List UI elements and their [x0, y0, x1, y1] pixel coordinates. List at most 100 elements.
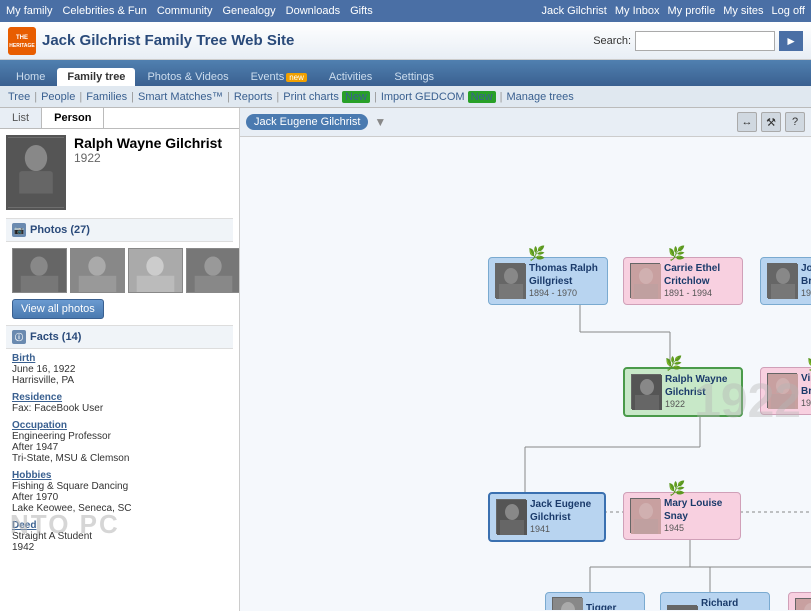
facts-list: Birth June 16, 1922Harrisville, PA Resid…: [6, 349, 233, 563]
svg-text:THE: THE: [16, 35, 28, 41]
search-label: Search:: [593, 35, 631, 47]
photo-thumb-2[interactable]: [70, 248, 125, 293]
site-title: Jack Gilchrist Family Tree Web Site: [42, 32, 294, 49]
nav-celebrities[interactable]: Celebrities & Fun: [62, 5, 146, 17]
fact-deed-value: Straight A Student1942: [12, 531, 227, 553]
tab-events[interactable]: Eventsnew: [241, 68, 317, 86]
search-input[interactable]: [635, 31, 775, 51]
subnav-smart-matches[interactable]: Smart Matches™: [138, 91, 223, 103]
card-photo-jack: [496, 499, 526, 534]
leaf-mary: 🌿: [668, 480, 685, 497]
fact-residence-label[interactable]: Residence: [12, 392, 227, 403]
photos-strip: [6, 242, 233, 299]
fact-hobbies-label[interactable]: Hobbies: [12, 470, 227, 481]
photo-thumb-1[interactable]: [12, 248, 67, 293]
card-photo-mary: [630, 498, 660, 533]
top-nav-left: My family Celebrities & Fun Community Ge…: [6, 5, 373, 17]
subnav-import-gedcom[interactable]: Import GEDCOM New: [381, 91, 496, 103]
nav-genealogy[interactable]: Genealogy: [222, 5, 275, 17]
card-jack[interactable]: Jack Eugene Gilchrist 1941: [488, 492, 606, 542]
person-photo: [6, 135, 66, 210]
card-mary[interactable]: Mary Louise Snay 1945: [623, 492, 741, 540]
nav-my-sites[interactable]: My sites: [723, 5, 763, 17]
main-tabs: Home Family tree Photos & Videos Eventsn…: [0, 60, 811, 86]
leaf-ralph: 🌿: [665, 355, 682, 372]
print-charts-badge: New: [342, 91, 370, 103]
nav-community[interactable]: Community: [157, 5, 213, 17]
card-photo-carrie: [630, 263, 660, 298]
fact-birth: Birth June 16, 1922Harrisville, PA: [12, 353, 227, 386]
tab-activities[interactable]: Activities: [319, 68, 382, 86]
tab-list[interactable]: List: [0, 108, 42, 128]
card-text-ralph: Ralph Wayne Gilchrist 1922: [665, 373, 735, 411]
tree-current-person-badge[interactable]: Jack Eugene Gilchrist: [246, 114, 368, 130]
leaf-virginia: 🌿: [807, 355, 811, 372]
sub-nav: Tree | People | Families | Smart Matches…: [0, 86, 811, 108]
header-bar: THE HERITAGE Jack Gilchrist Family Tree …: [0, 22, 811, 60]
fact-occupation-label[interactable]: Occupation: [12, 420, 227, 431]
tree-resize-icon[interactable]: ↔: [737, 112, 757, 132]
tab-person[interactable]: Person: [42, 108, 104, 128]
tab-settings[interactable]: Settings: [384, 68, 444, 86]
card-tigger[interactable]: Tigger Gilchrist: [545, 592, 645, 610]
card-text-carrie: Carrie Ethel Critchlow 1891 - 1994: [664, 262, 736, 300]
tab-family-tree[interactable]: Family tree: [57, 68, 135, 86]
events-badge: new: [286, 73, 307, 82]
card-text-richard: Richard Allen Loweke 1963: [701, 597, 763, 610]
card-richard[interactable]: Richard Allen Loweke 1963: [660, 592, 770, 610]
subnav-print-charts[interactable]: Print charts New: [283, 91, 370, 103]
nav-user-name: Jack Gilchrist: [541, 5, 606, 17]
card-text-joseph: Joseph Omar Brock 1902 - 1989: [801, 262, 811, 300]
facts-label: Facts (14): [30, 331, 81, 343]
subnav-tree[interactable]: Tree: [8, 91, 30, 103]
tab-photos-videos[interactable]: Photos & Videos: [137, 68, 238, 86]
facts-icon: ⓘ: [12, 330, 26, 344]
card-ralph[interactable]: Ralph Wayne Gilchrist 1922: [623, 367, 743, 417]
leaf-carrie: 🌿: [668, 245, 685, 262]
fact-occupation-value: Engineering ProfessorAfter 1947Tri-State…: [12, 431, 227, 464]
facts-section-header: ⓘ Facts (14): [6, 325, 233, 349]
person-header: Ralph Wayne Gilchrist 1922: [6, 135, 233, 210]
top-nav: My family Celebrities & Fun Community Ge…: [0, 0, 811, 22]
card-joseph[interactable]: Joseph Omar Brock 1902 - 1989: [760, 257, 811, 305]
subnav-reports[interactable]: Reports: [234, 91, 273, 103]
top-nav-right: Jack Gilchrist My Inbox My profile My si…: [541, 5, 805, 17]
nav-inbox[interactable]: My Inbox: [615, 5, 660, 17]
fact-birth-value: June 16, 1922Harrisville, PA: [12, 364, 227, 386]
card-photo-sherri: [795, 598, 811, 610]
nav-downloads[interactable]: Downloads: [286, 5, 340, 17]
logo-area: THE HERITAGE Jack Gilchrist Family Tree …: [8, 27, 294, 55]
subnav-families[interactable]: Families: [86, 91, 127, 103]
subnav-people[interactable]: People: [41, 91, 75, 103]
tree-tools-icon[interactable]: ⚒: [761, 112, 781, 132]
fact-occupation: Occupation Engineering ProfessorAfter 19…: [12, 420, 227, 464]
fact-residence-value: Fax: FaceBook User: [12, 403, 227, 414]
photo-thumb-3[interactable]: [128, 248, 183, 293]
heritage-logo: THE HERITAGE: [8, 27, 36, 55]
card-text-thomas: Thomas Ralph Gillgriest 1894 - 1970: [529, 262, 601, 300]
card-text-virginia: Virginia Jean Brock 1924 - 1998: [801, 372, 811, 410]
tree-badge-arrow: ▼: [374, 115, 386, 129]
search-button[interactable]: ►: [779, 31, 803, 51]
nav-my-family[interactable]: My family: [6, 5, 52, 17]
nav-profile[interactable]: My profile: [668, 5, 716, 17]
tab-home[interactable]: Home: [6, 68, 55, 86]
view-all-photos-button[interactable]: View all photos: [12, 299, 104, 319]
card-carrie[interactable]: Carrie Ethel Critchlow 1891 - 1994: [623, 257, 743, 305]
photo-thumb-4[interactable]: [186, 248, 240, 293]
card-photo-ralph: [631, 374, 661, 409]
person-name: Ralph Wayne Gilchrist: [74, 135, 222, 151]
nav-logoff[interactable]: Log off: [772, 5, 805, 17]
card-virginia[interactable]: Virginia Jean Brock 1924 - 1998: [760, 367, 811, 415]
nav-gifts[interactable]: Gifts: [350, 5, 373, 17]
fact-birth-label[interactable]: Birth: [12, 353, 227, 364]
tree-help-icon[interactable]: ?: [785, 112, 805, 132]
main-content: List Person Ralph Wayne Gilchrist 1922: [0, 108, 811, 611]
fact-deed-label[interactable]: Deed: [12, 520, 227, 531]
card-sherri[interactable]: Sherri Lynn Gilchrist 1966: [788, 592, 811, 610]
fact-hobbies: Hobbies Fishing & Square DancingAfter 19…: [12, 470, 227, 514]
card-thomas[interactable]: Thomas Ralph Gillgriest 1894 - 1970: [488, 257, 608, 305]
tree-toolbar-icons: ↔ ⚒ ?: [737, 112, 805, 132]
subnav-manage-trees[interactable]: Manage trees: [506, 91, 573, 103]
tree-canvas: 🌿 🌿 🌿 🌿 🌿 Thomas Ralph Gillgriest 1894 -…: [240, 137, 811, 610]
